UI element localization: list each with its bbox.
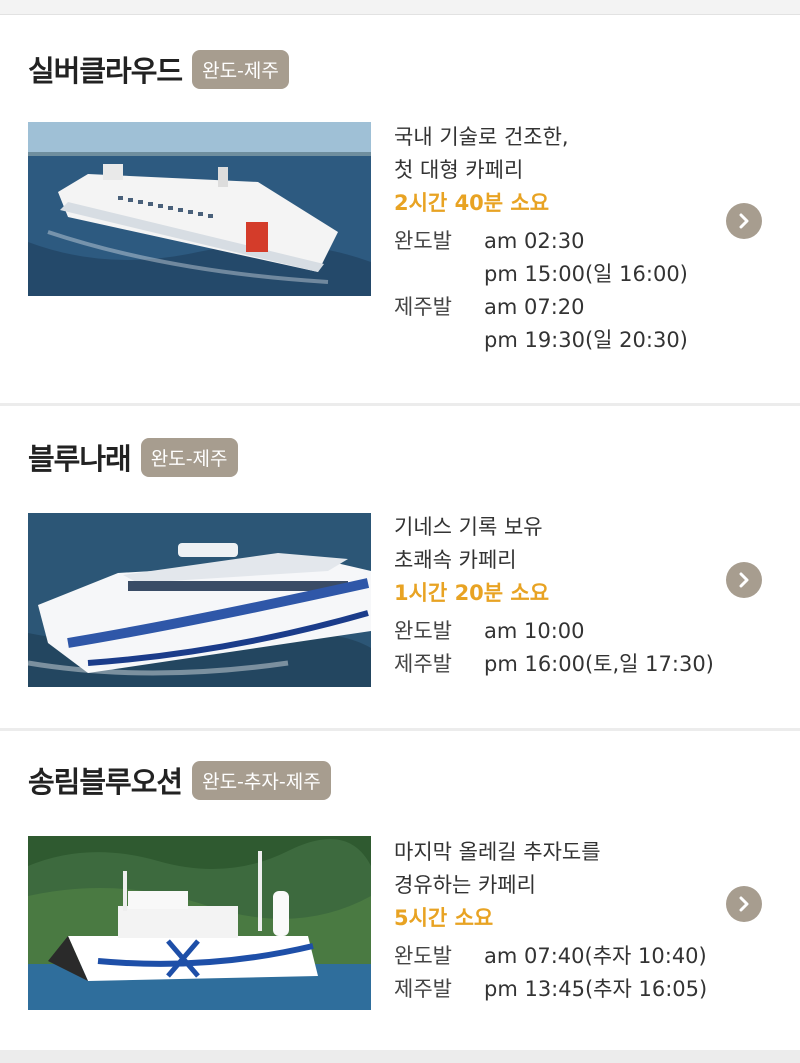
- catamaran-photo: [28, 513, 371, 687]
- departure-times: am 07:20 pm 19:30(일 20:30): [484, 291, 734, 357]
- schedule-row: 제주발 pm 13:45(추자 16:05): [394, 973, 734, 1006]
- ferry-desc-line: 경유하는 카페리: [394, 873, 536, 897]
- route-badge: 완도-추자-제주: [192, 760, 331, 800]
- ferry-list-page: 실버클라우드 완도-제주 국내 기술로 건조한, 첫 대형 카페리 2시간 40…: [0, 0, 800, 1063]
- ferry-duration: 1시간 20분 소요: [394, 581, 550, 605]
- departure-times: pm 13:45(추자 16:05): [484, 973, 734, 1006]
- ferry-name: 실버클라우드: [28, 54, 183, 88]
- departure-port: 완도발: [394, 229, 452, 253]
- ferry-card-silvercloud[interactable]: 실버클라우드 완도-제주 국내 기술로 건조한, 첫 대형 카페리 2시간 40…: [0, 15, 800, 403]
- departure-times: am 07:40(추자 10:40): [484, 940, 734, 973]
- ferry-photo: [28, 122, 371, 296]
- ferry-info: 기네스 기록 보유 초쾌속 카페리 1시간 20분 소요 완도발 am 10:0…: [394, 511, 734, 681]
- departure-time: am 07:20: [484, 295, 585, 319]
- ferry-info: 국내 기술로 건조한, 첫 대형 카페리 2시간 40분 소요 완도발 am 0…: [394, 121, 734, 357]
- ferry-duration: 2시간 40분 소요: [394, 191, 550, 215]
- schedule-row: 제주발 am 07:20 pm 19:30(일 20:30): [394, 291, 734, 357]
- route-badge: 완도-제주: [140, 437, 238, 477]
- route-badge: 완도-제주: [192, 49, 289, 89]
- ferry-desc-line: 마지막 올레길 추자도를: [394, 840, 601, 864]
- departure-port: 제주발: [394, 977, 452, 1001]
- departure-port: 완도발: [394, 944, 452, 968]
- departure-times: pm 16:00(토,일 17:30): [484, 648, 734, 681]
- chevron-right-icon: [739, 572, 749, 588]
- ferry-schedule: 완도발 am 10:00 제주발 pm 16:00(토,일 17:30): [394, 615, 734, 681]
- chevron-right-icon: [739, 213, 749, 229]
- ferry-title-row: 송림블루오션 완도-추자-제주: [28, 759, 331, 801]
- schedule-row: 완도발 am 02:30 pm 15:00(일 16:00): [394, 225, 734, 291]
- departure-times: am 10:00: [484, 615, 734, 648]
- ferry-schedule: 완도발 am 02:30 pm 15:00(일 16:00) 제주발 am 07…: [394, 225, 734, 357]
- departure-port: 제주발: [394, 652, 452, 676]
- departure-time: am 07:40(추자 10:40): [484, 944, 707, 968]
- detail-arrow-button[interactable]: [726, 886, 762, 922]
- ferry-title-row: 블루나래 완도-제주: [28, 436, 238, 478]
- ferry-desc-line: 초쾌속 카페리: [394, 548, 517, 572]
- top-divider: [0, 0, 800, 15]
- ferry-desc-line: 기네스 기록 보유: [394, 515, 543, 539]
- departure-port: 완도발: [394, 619, 452, 643]
- ferry-name: 송림블루오션: [28, 765, 183, 799]
- departure-time: am 02:30: [484, 229, 585, 253]
- schedule-row: 완도발 am 10:00: [394, 615, 734, 648]
- departure-time: pm 16:00(토,일 17:30): [484, 652, 714, 676]
- ferry-info: 마지막 올레길 추자도를 경유하는 카페리 5시간 소요 완도발 am 07:4…: [394, 836, 734, 1006]
- departure-time: pm 13:45(추자 16:05): [484, 977, 708, 1001]
- departure-time: pm 19:30(일 20:30): [484, 328, 688, 352]
- ferry-card-bluenarae[interactable]: 블루나래 완도-제주 기네스 기록 보유 초쾌속 카페리 1시간 20분 소요: [0, 406, 800, 728]
- detail-arrow-button[interactable]: [726, 203, 762, 239]
- departure-times: am 02:30 pm 15:00(일 16:00): [484, 225, 734, 291]
- schedule-row: 제주발 pm 16:00(토,일 17:30): [394, 648, 734, 681]
- departure-time: am 10:00: [484, 619, 585, 643]
- departure-port: 제주발: [394, 295, 452, 319]
- ferry-duration: 5시간 소요: [394, 906, 494, 930]
- ferry-name: 블루나래: [28, 442, 132, 476]
- ferry-schedule: 완도발 am 07:40(추자 10:40) 제주발 pm 13:45(추자 1…: [394, 940, 734, 1006]
- chevron-right-icon: [739, 896, 749, 912]
- ferry-title-row: 실버클라우드 완도-제주: [28, 48, 289, 90]
- ferry-photo: [28, 836, 371, 1010]
- ferry-desc-line: 첫 대형 카페리: [394, 158, 524, 182]
- ferry-card-songrimblueocean[interactable]: 송림블루오션 완도-추자-제주 마지막 올레길 추자도를 경유하는 카페리 5시…: [0, 731, 800, 1050]
- departure-time: pm 15:00(일 16:00): [484, 262, 688, 286]
- ferry-desc-line: 국내 기술로 건조한,: [394, 125, 569, 149]
- schedule-row: 완도발 am 07:40(추자 10:40): [394, 940, 734, 973]
- detail-arrow-button[interactable]: [726, 562, 762, 598]
